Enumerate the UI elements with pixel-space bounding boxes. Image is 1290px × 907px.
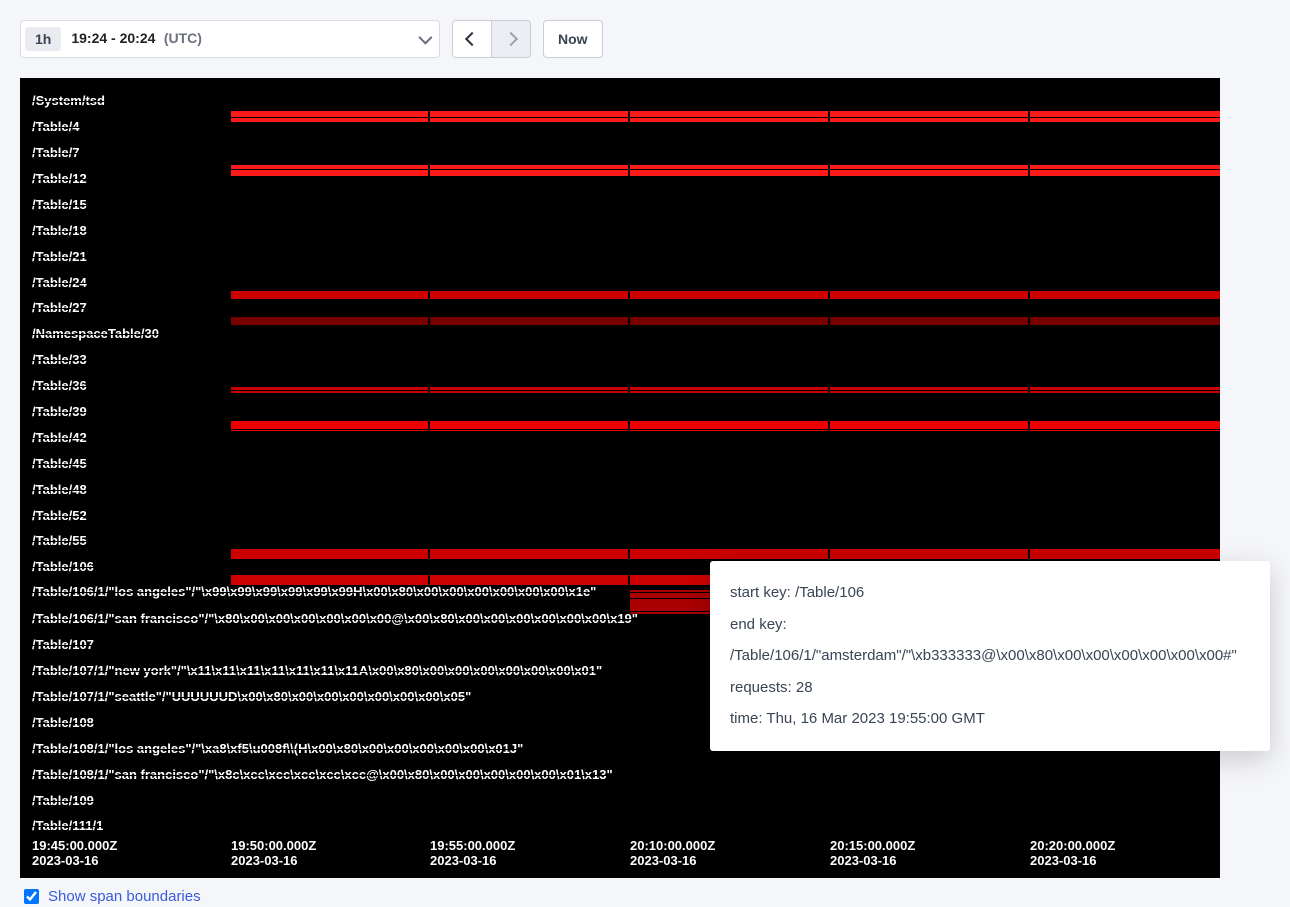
footer: Show span boundaries bbox=[20, 886, 1270, 907]
time-preset-pill: 1h bbox=[25, 27, 61, 51]
x-axis-tick: 19:50:00.000Z2023-03-16 bbox=[231, 838, 316, 868]
range-tooltip: start key: /Table/106 end key: /Table/10… bbox=[710, 561, 1270, 751]
tooltip-time: Thu, 16 Mar 2023 19:55:00 GMT bbox=[766, 710, 984, 727]
x-axis-tick: 19:55:00.000Z2023-03-16 bbox=[430, 838, 515, 868]
x-axis-tick: 20:15:00.000Z2023-03-16 bbox=[830, 838, 915, 868]
chevron-right-icon bbox=[504, 32, 518, 46]
tooltip-start-key: /Table/106 bbox=[795, 584, 864, 601]
heatmap-cell[interactable] bbox=[231, 549, 1220, 559]
next-time-button bbox=[491, 20, 531, 58]
time-range-text: 19:24 - 20:24 bbox=[71, 30, 155, 46]
show-span-boundaries-checkbox[interactable] bbox=[24, 889, 39, 904]
now-button[interactable]: Now bbox=[543, 20, 603, 58]
x-axis-tick: 20:20:00.000Z2023-03-16 bbox=[1030, 838, 1115, 868]
prev-time-button[interactable] bbox=[452, 20, 492, 58]
time-nav-group bbox=[452, 20, 531, 58]
keyrange-heatmap[interactable]: /System/tsd/Table/4/Table/7/Table/12/Tab… bbox=[20, 78, 1220, 878]
time-tz-text: (UTC) bbox=[164, 30, 202, 46]
chevron-down-icon bbox=[418, 31, 432, 45]
show-span-boundaries-label[interactable]: Show span boundaries bbox=[48, 888, 201, 905]
x-axis-tick: 20:10:00.000Z2023-03-16 bbox=[630, 838, 715, 868]
time-range-picker[interactable]: 1h 19:24 - 20:24 (UTC) bbox=[20, 20, 440, 58]
toolbar: 1h 19:24 - 20:24 (UTC) Now bbox=[0, 0, 1290, 78]
chevron-left-icon bbox=[465, 32, 479, 46]
tooltip-requests: 28 bbox=[796, 679, 813, 696]
heatmap-cell[interactable] bbox=[231, 165, 1220, 176]
heatmap-chart-container: /System/tsd/Table/4/Table/7/Table/12/Tab… bbox=[20, 78, 1270, 878]
x-axis-tick: 19:45:00.000Z2023-03-16 bbox=[32, 838, 117, 868]
tooltip-end-key: /Table/106/1/"amsterdam"/"\xb333333@\x00… bbox=[730, 647, 1237, 664]
